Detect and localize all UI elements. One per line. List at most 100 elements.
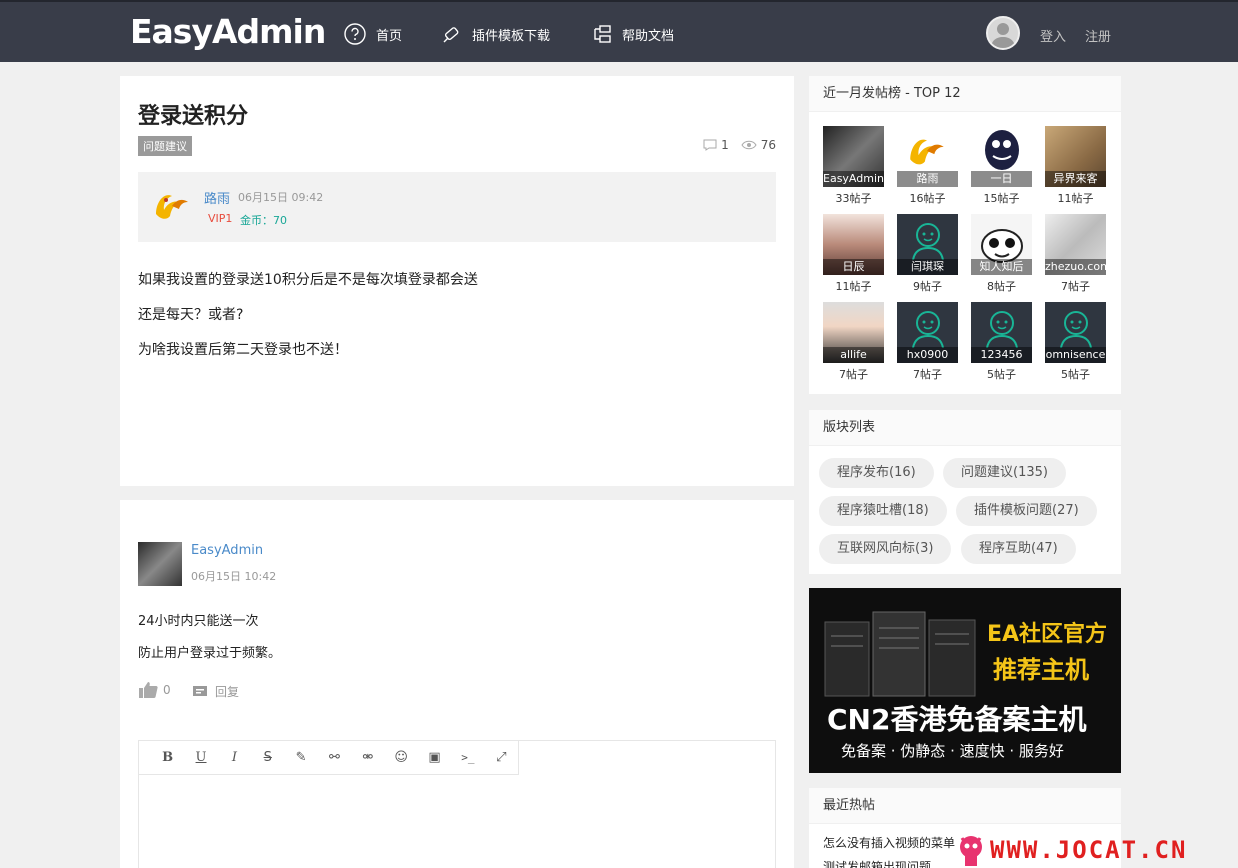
hot-post-link[interactable]: 怎么没有插入视频的菜单 xyxy=(823,834,955,851)
ad-line2: 推荐主机 xyxy=(993,656,1089,684)
poster-avatar-image xyxy=(981,229,1023,263)
reply-paragraph: 24小时内只能送一次 xyxy=(138,614,259,629)
poster-name: 一日 xyxy=(971,171,1032,187)
reply-button[interactable]: 回复 xyxy=(192,683,239,700)
ad-line1: EA社区官方 xyxy=(987,622,1108,647)
poster-item[interactable]: omnisence 5帖子 xyxy=(1045,302,1106,382)
nav-plugins[interactable]: 插件模板下载 xyxy=(442,22,550,46)
italic-button[interactable]: I xyxy=(218,750,251,765)
top-nav-bar: EasyAdmin 首页 插件模板下载 帮助文档 登入 注册 xyxy=(0,0,1238,62)
eye-icon xyxy=(741,140,757,150)
site-logo[interactable]: EasyAdmin xyxy=(130,12,326,51)
coin-count: 金币：70 xyxy=(240,214,287,227)
like-button[interactable]: 0 xyxy=(138,681,171,699)
forum-pill[interactable]: 程序发布(16) xyxy=(819,458,934,488)
unlink-icon[interactable]: ⚮ xyxy=(351,750,384,765)
nav-docs-label: 帮助文档 xyxy=(622,28,675,44)
bold-button[interactable]: B xyxy=(151,750,184,765)
poster-count: 15帖子 xyxy=(983,192,1020,205)
poster-count: 8帖子 xyxy=(987,280,1016,293)
post-stats: 1 76 xyxy=(703,138,776,152)
code-icon[interactable]: >_ xyxy=(451,751,484,764)
author-name[interactable]: 路雨 xyxy=(204,188,230,207)
help-circle-icon xyxy=(344,23,366,45)
default-avatar-icon xyxy=(912,223,944,260)
poster-item[interactable]: 异界来客 11帖子 xyxy=(1045,126,1106,206)
reply-author-avatar[interactable] xyxy=(138,542,182,586)
poster-item[interactable]: 闫琪琛 9帖子 xyxy=(897,214,958,294)
forum-pill[interactable]: 程序互助(47) xyxy=(961,534,1076,564)
reply-label: 回复 xyxy=(215,685,240,699)
forum-pill[interactable]: 插件模板问题(27) xyxy=(956,496,1097,526)
poster-item[interactable]: 日辰 11帖子 xyxy=(823,214,884,294)
image-icon[interactable]: ▣ xyxy=(418,750,451,765)
editor-textarea[interactable] xyxy=(139,775,775,868)
like-count: 0 xyxy=(163,683,171,697)
editor-toolbar: B U I S ✎ ⚯ ⚮ ☺ ▣ >_ ⤢ xyxy=(139,741,519,775)
poster-item[interactable]: allife 7帖子 xyxy=(823,302,884,382)
poster-avatar-image xyxy=(985,130,1019,170)
poster-item[interactable]: 一日 15帖子 xyxy=(971,126,1032,206)
reply-author-name[interactable]: EasyAdmin xyxy=(191,543,263,558)
poster-name: omnisence xyxy=(1045,347,1106,363)
forum-pill[interactable]: 问题建议(135) xyxy=(943,458,1066,488)
comment-icon xyxy=(703,139,717,151)
poster-name: allife xyxy=(823,347,884,363)
user-avatar[interactable] xyxy=(986,16,1020,50)
poster-name: EasyAdmin xyxy=(823,171,884,187)
poster-item[interactable]: 路雨 16帖子 xyxy=(897,126,958,206)
user-avatar-area[interactable] xyxy=(986,16,1020,50)
poster-item[interactable]: EasyAdmin 33帖子 xyxy=(823,126,884,206)
poster-item[interactable]: hx0900 7帖子 xyxy=(897,302,958,382)
poster-item[interactable]: 123456 5帖子 xyxy=(971,302,1032,382)
forum-list-title: 版块列表 xyxy=(809,410,1121,446)
poster-count: 11帖子 xyxy=(1057,192,1094,205)
underline-button[interactable]: U xyxy=(184,750,217,765)
poster-count: 11帖子 xyxy=(835,280,872,293)
strikethrough-button[interactable]: S xyxy=(251,750,284,765)
hot-posts-title: 最近热帖 xyxy=(809,788,1121,824)
post-paragraph: 为啥我设置后第二天登录也不送！ xyxy=(138,342,348,358)
view-count: 76 xyxy=(760,138,776,152)
register-link[interactable]: 注册 xyxy=(1085,26,1111,45)
thumbs-up-icon xyxy=(139,682,158,698)
poster-count: 16帖子 xyxy=(909,192,946,205)
server-image xyxy=(824,611,976,697)
poster-count: 5帖子 xyxy=(987,368,1016,381)
reply-time: 06月15日 10:42 xyxy=(191,570,277,583)
plugin-icon xyxy=(443,27,459,43)
link-icon[interactable]: ⚯ xyxy=(318,750,351,765)
forum-pill[interactable]: 互联网风向标(3) xyxy=(819,534,952,564)
hosting-ad-banner[interactable]: EA社区官方 推荐主机 CN2香港免备案主机 免备案 · 伪静态 · 速度快 ·… xyxy=(809,588,1121,773)
fullscreen-icon[interactable]: ⤢ xyxy=(485,750,518,765)
poster-name: 异界来客 xyxy=(1045,171,1106,187)
top-posters-panel: 近一月发帖榜 - TOP 12 EasyAdmin 33帖子 路雨 16帖子 一日 1… xyxy=(809,76,1121,394)
poster-count: 7帖子 xyxy=(1061,280,1090,293)
hot-post-link[interactable]: 测试发邮箱出现问题 xyxy=(823,858,931,868)
post-paragraph: 如果我设置的登录送10积分后是不是每次填登录都会送 xyxy=(138,272,478,288)
reply-paragraph: 防止用户登录过于频繁。 xyxy=(138,646,282,661)
author-avatar[interactable] xyxy=(150,184,194,228)
poster-name: 123456 xyxy=(971,347,1032,363)
poster-name: 知人知后 xyxy=(971,259,1032,275)
top-posters-grid: EasyAdmin 33帖子 路雨 16帖子 一日 15帖子 异界来客 11帖子 日辰 1… xyxy=(823,126,1106,382)
default-avatar-icon xyxy=(1060,311,1092,348)
emoji-icon[interactable]: ☺ xyxy=(385,750,418,765)
post-author-box: 路雨 06月15日 09:42 VIP1 金币：70 xyxy=(138,172,776,242)
poster-count: 5帖子 xyxy=(1061,368,1090,381)
poster-item[interactable]: 知人知后 8帖子 xyxy=(971,214,1032,294)
pen-icon[interactable]: ✎ xyxy=(284,750,317,765)
vip-badge: VIP1 xyxy=(208,212,233,225)
login-link[interactable]: 登入 xyxy=(1040,26,1066,45)
post-title: 登录送积分 xyxy=(138,104,249,129)
forum-list-panel: 版块列表 程序发布(16) 问题建议(135) 程序猿吐槽(18) 插件模板问题… xyxy=(809,410,1121,574)
forum-pill[interactable]: 程序猿吐槽(18) xyxy=(819,496,947,526)
poster-count: 7帖子 xyxy=(913,368,942,381)
poster-count: 9帖子 xyxy=(913,280,942,293)
post-category-tag[interactable]: 问题建议 xyxy=(138,136,192,156)
nav-docs[interactable]: 帮助文档 xyxy=(592,22,674,46)
reply-card: EasyAdmin 06月15日 10:42 24小时内只能送一次 防止用户登录… xyxy=(120,500,794,868)
poster-item[interactable]: zhezuo.com 7帖子 xyxy=(1045,214,1106,294)
nav-home[interactable]: 首页 xyxy=(344,22,402,46)
poster-count: 7帖子 xyxy=(839,368,868,381)
